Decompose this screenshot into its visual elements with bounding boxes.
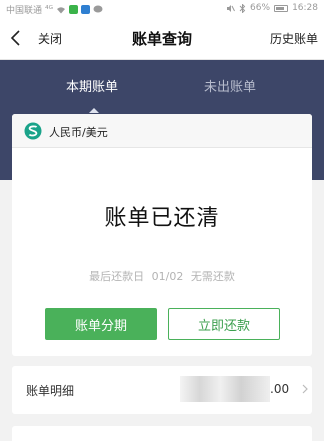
notification-icon: [81, 5, 91, 14]
notification-icon: [69, 5, 79, 14]
bill-details-row[interactable]: 账单明细 .00: [12, 366, 312, 414]
carrier-name: 中国联通: [6, 6, 43, 16]
bank-logo-icon: [24, 122, 42, 140]
battery-percent: 66%: [250, 3, 271, 13]
status-bar: 中国联通 ⁴ᴳ 66% 16:28: [0, 0, 324, 16]
next-section-edge: [12, 426, 312, 441]
blurred-amount: [180, 376, 270, 402]
status-right: 66% 16:28: [226, 3, 318, 13]
bluetooth-icon: [239, 3, 246, 13]
active-tab-indicator: [89, 108, 99, 113]
status-left: 中国联通 ⁴ᴳ: [6, 3, 103, 16]
bill-details-label: 账单明细: [26, 384, 75, 398]
due-date-prefix: 最后还款日: [89, 270, 145, 283]
bill-status: 账单已还清: [104, 206, 220, 231]
repay-now-button[interactable]: 立即还款: [168, 308, 280, 340]
bill-card: 人民币/美元 账单已还清 最后还款日 01/02 无需还款 账单分期 立即还款: [12, 114, 312, 356]
mute-icon: [227, 4, 235, 12]
bill-amount: .00: [270, 382, 290, 396]
close-link[interactable]: 关闭: [38, 30, 62, 47]
installment-button[interactable]: 账单分期: [45, 308, 157, 340]
history-bill-link[interactable]: 历史账单: [270, 30, 318, 47]
clock: 16:28: [292, 3, 318, 13]
battery-icon: [274, 4, 289, 12]
due-date-line: 最后还款日 01/02 无需还款: [12, 268, 312, 284]
chevron-right-icon: [302, 384, 308, 394]
back-arrow-icon[interactable]: [8, 28, 26, 48]
chat-icon: [93, 5, 103, 13]
tab-upcoming-bill[interactable]: 未出账单: [204, 76, 256, 95]
wifi-icon: [57, 6, 66, 13]
due-date-value: 01/02: [151, 270, 184, 283]
currency-label: 人民币/美元: [49, 126, 108, 139]
due-note: 无需还款: [190, 270, 235, 283]
card-header: 人民币/美元: [12, 114, 312, 148]
tab-current-bill[interactable]: 本期账单: [66, 76, 118, 95]
nav-bar: 关闭 账单查询 历史账单: [0, 16, 324, 60]
network-type: ⁴ᴳ: [45, 4, 54, 15]
